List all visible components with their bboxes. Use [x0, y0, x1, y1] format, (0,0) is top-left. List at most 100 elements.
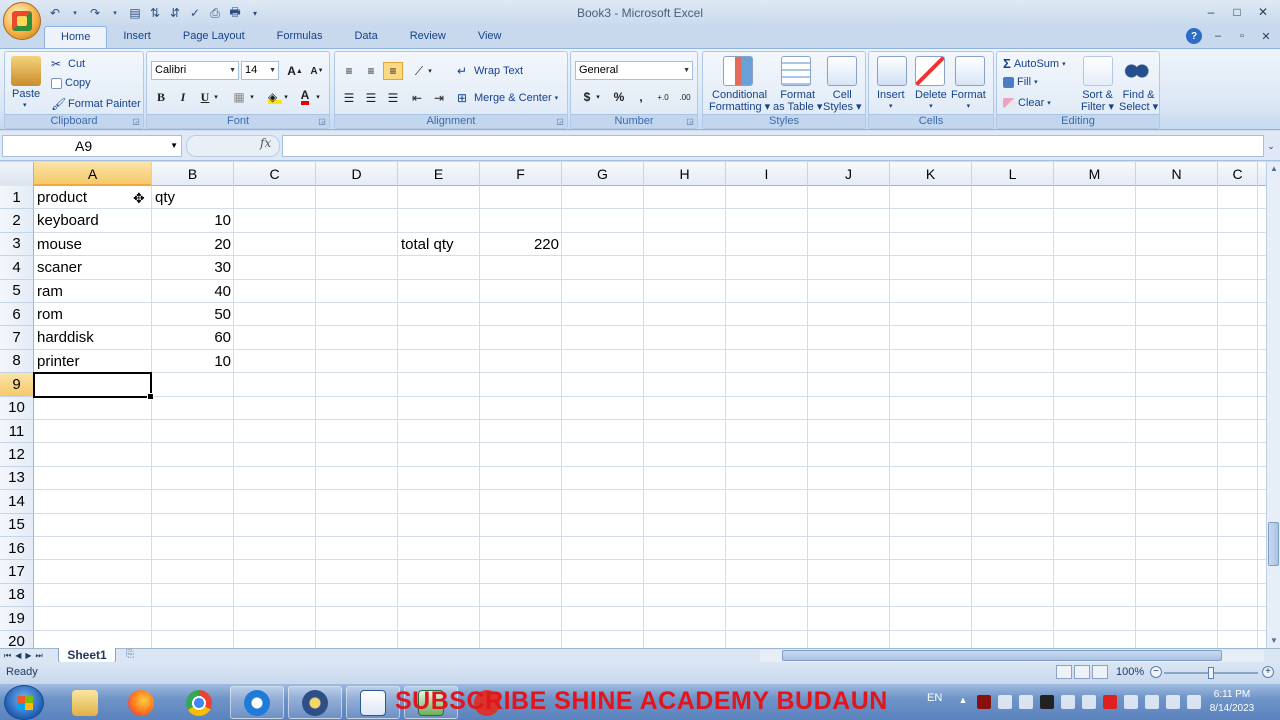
- zoom-knob[interactable]: [1208, 667, 1214, 679]
- column-header[interactable]: I: [726, 162, 808, 186]
- column-header[interactable]: C: [234, 162, 316, 186]
- tab-data[interactable]: Data: [338, 26, 393, 48]
- record-icon[interactable]: [1103, 695, 1117, 709]
- battery-icon[interactable]: [1187, 695, 1201, 709]
- bottom-align-icon[interactable]: ≡: [383, 62, 403, 80]
- cell-b3[interactable]: 20: [152, 233, 234, 256]
- tab-insert[interactable]: Insert: [107, 26, 167, 48]
- minimize-button[interactable]: –: [1198, 2, 1224, 22]
- horizontal-scrollbar[interactable]: [760, 650, 1264, 662]
- delete-cells-button[interactable]: Delete ▾: [915, 89, 947, 113]
- cell-b1[interactable]: qty: [152, 186, 234, 209]
- name-box[interactable]: A9 ▼: [2, 135, 182, 157]
- font-name-combo[interactable]: Calibri ▼: [151, 61, 239, 80]
- workbook-close-button[interactable]: ✕: [1258, 28, 1274, 44]
- format-as-table-icon[interactable]: [781, 56, 811, 86]
- format-cells-button[interactable]: Format ▾: [951, 89, 986, 113]
- orientation-dropdown-icon[interactable]: ▾: [425, 62, 435, 80]
- dialog-launcher-icon[interactable]: ◲: [317, 117, 327, 127]
- insert-sheet-icon[interactable]: ⎘: [118, 649, 142, 662]
- top-align-icon[interactable]: ≡: [339, 62, 359, 80]
- find-select-button[interactable]: Find & Select ▾: [1119, 89, 1158, 113]
- expand-formula-bar-icon[interactable]: ⌄: [1264, 135, 1278, 157]
- firefox-button[interactable]: [114, 686, 168, 719]
- increase-decimal-icon[interactable]: +.0: [653, 88, 673, 106]
- app-tray-icon[interactable]: [1040, 695, 1054, 709]
- dropbox-icon[interactable]: [1082, 695, 1096, 709]
- cell-b2[interactable]: 10: [152, 209, 234, 232]
- row-header[interactable]: 20: [0, 630, 34, 648]
- active-cell-selection[interactable]: [33, 372, 154, 401]
- flag-icon[interactable]: [998, 695, 1012, 709]
- cell-b7[interactable]: 60: [152, 326, 234, 349]
- column-header[interactable]: A: [34, 162, 152, 186]
- cell-b4[interactable]: 30: [152, 256, 234, 279]
- row-header[interactable]: 1: [0, 186, 34, 210]
- vertical-scroll-thumb[interactable]: [1268, 522, 1279, 566]
- tab-home[interactable]: Home: [44, 26, 108, 48]
- volume-icon[interactable]: [1145, 695, 1159, 709]
- worksheet-grid[interactable]: ABCDEFGHIJKLMNC 1 2 3 4 5 6 7 8 9 10 11 12 13 14 15 16 1…: [0, 162, 1266, 648]
- insert-cells-button[interactable]: Insert ▾: [877, 89, 905, 113]
- clock[interactable]: 6:11 PM 8/14/2023: [1200, 688, 1264, 716]
- page-layout-view-button[interactable]: [1074, 665, 1090, 679]
- cell-a5[interactable]: ram: [34, 280, 152, 303]
- recorder-tray-icon[interactable]: [977, 695, 991, 709]
- column-header[interactable]: B: [152, 162, 234, 186]
- action-center-icon[interactable]: [1166, 695, 1180, 709]
- font-size-combo[interactable]: 14 ▼: [241, 61, 279, 80]
- conditional-formatting-icon[interactable]: [723, 56, 753, 86]
- delete-cells-icon[interactable]: [915, 56, 945, 86]
- cell-b8[interactable]: 10: [152, 350, 234, 373]
- tab-formulas[interactable]: Formulas: [261, 26, 339, 48]
- dialog-launcher-icon[interactable]: ◲: [685, 117, 695, 127]
- tab-view[interactable]: View: [462, 26, 518, 48]
- find-select-icon[interactable]: [1121, 56, 1151, 86]
- cell-a3[interactable]: mouse: [34, 233, 152, 256]
- align-right-icon[interactable]: ☰: [383, 89, 403, 107]
- zoom-slider[interactable]: − +: [1150, 666, 1274, 679]
- insert-cells-icon[interactable]: [877, 56, 907, 86]
- row-header[interactable]: 16: [0, 537, 34, 561]
- cell-a4[interactable]: scaner: [34, 256, 152, 279]
- column-header[interactable]: L: [972, 162, 1054, 186]
- column-header[interactable]: C: [1218, 162, 1258, 186]
- first-sheet-icon[interactable]: ⏮: [4, 649, 11, 662]
- percent-button[interactable]: %: [609, 88, 629, 106]
- number-format-combo[interactable]: General ▼: [575, 61, 693, 80]
- start-button[interactable]: [4, 685, 44, 720]
- borders-icon[interactable]: ▦: [229, 88, 249, 106]
- prev-sheet-icon[interactable]: ◀: [15, 649, 21, 662]
- shrink-font-icon[interactable]: A ▼: [307, 62, 327, 80]
- paste-button[interactable]: Paste: [12, 88, 40, 100]
- row-header[interactable]: 17: [0, 560, 34, 584]
- language-indicator[interactable]: EN: [927, 692, 942, 704]
- row-header[interactable]: 11: [0, 420, 34, 444]
- row-header[interactable]: 18: [0, 583, 34, 608]
- column-header[interactable]: K: [890, 162, 972, 186]
- network-disconnected-icon[interactable]: [1124, 695, 1138, 709]
- row-header[interactable]: 12: [0, 443, 34, 467]
- format-as-table-button[interactable]: Format as Table ▾: [773, 89, 822, 113]
- normal-view-button[interactable]: [1056, 665, 1072, 679]
- row-header[interactable]: 15: [0, 513, 34, 537]
- workbook-minimize-button[interactable]: –: [1210, 28, 1226, 44]
- paste-icon[interactable]: [11, 56, 41, 86]
- pen-icon[interactable]: [1019, 695, 1033, 709]
- decrease-indent-icon[interactable]: ⇤: [407, 89, 427, 107]
- row-header[interactable]: 14: [0, 490, 34, 514]
- workbook-restore-button[interactable]: ▫: [1234, 28, 1250, 44]
- zoom-level[interactable]: 100%: [1116, 666, 1144, 678]
- increase-indent-icon[interactable]: ⇥: [429, 89, 449, 107]
- cell-styles-icon[interactable]: [827, 56, 857, 86]
- conditional-formatting-button[interactable]: Conditional Formatting ▾: [709, 89, 770, 113]
- column-header[interactable]: M: [1054, 162, 1136, 186]
- show-hidden-icons-icon[interactable]: ▲: [956, 695, 970, 709]
- speaker-icon[interactable]: [1061, 695, 1075, 709]
- formula-input[interactable]: [282, 135, 1264, 157]
- media-player-button[interactable]: [288, 686, 342, 719]
- word-button[interactable]: [346, 686, 400, 719]
- vertical-scrollbar[interactable]: ▲ ▼: [1266, 162, 1280, 648]
- cut-button[interactable]: ✂ Cut: [51, 57, 85, 71]
- wrap-text-button[interactable]: ↵ Wrap Text: [457, 64, 523, 78]
